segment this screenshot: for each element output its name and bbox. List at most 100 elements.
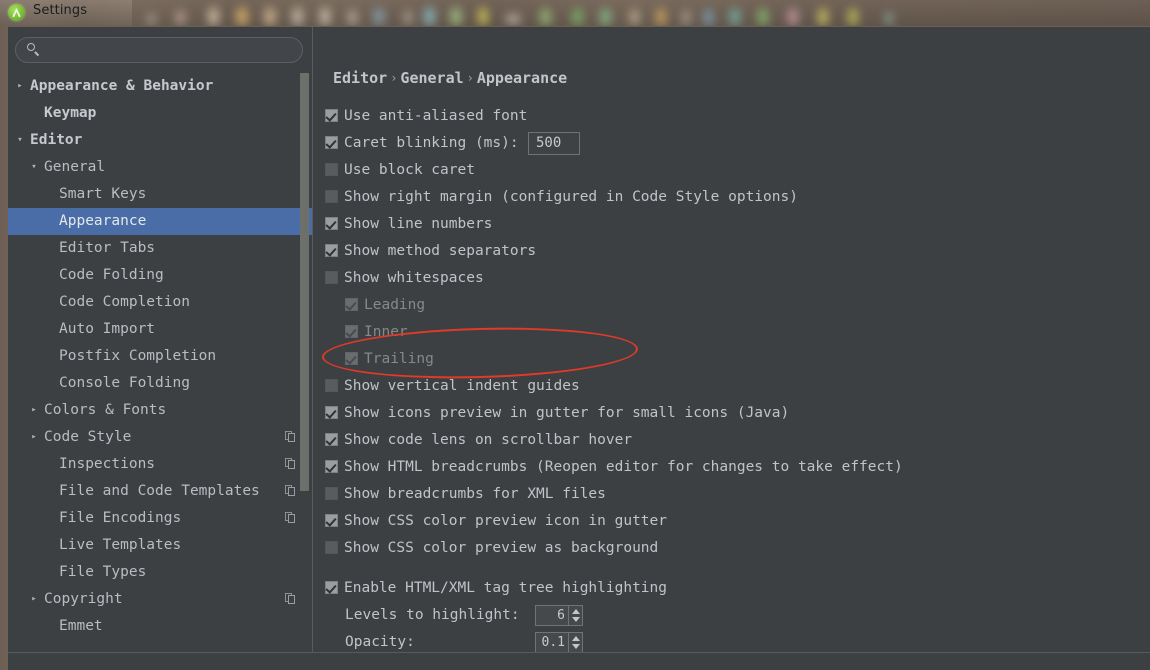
spinner-down-icon[interactable] — [572, 617, 580, 622]
checkbox-use-anti-aliased-font[interactable] — [325, 109, 338, 122]
sidebar-item-editor[interactable]: ▾ Editor — [8, 127, 312, 154]
taskbar-blob — [404, 10, 412, 25]
opacity-spinner[interactable]: 0.1 — [535, 632, 583, 653]
option-row-show-css-color-preview-icon-in-gutter[interactable]: Show CSS color preview icon in gutter — [313, 508, 1150, 535]
sidebar-item-code-folding[interactable]: Code Folding — [8, 262, 312, 289]
option-row-show-vertical-indent-guides[interactable]: Show vertical indent guides — [313, 373, 1150, 400]
copy-settings-icon[interactable] — [285, 431, 296, 443]
chevron-right-icon[interactable]: ▸ — [14, 73, 26, 100]
copy-settings-icon[interactable] — [285, 485, 296, 497]
spinner-value[interactable]: 0.1 — [536, 633, 569, 652]
option-row-use-anti-aliased-font[interactable]: Use anti-aliased font — [313, 103, 1150, 130]
caret-blinking-field[interactable]: 500 — [528, 132, 580, 155]
option-row-show-method-separators[interactable]: Show method separators — [313, 238, 1150, 265]
sidebar-item-keymap[interactable]: Keymap — [8, 100, 312, 127]
option-row-enable-html-xml-tag-tree-highlighting[interactable]: Enable HTML/XML tag tree highlighting — [313, 575, 1150, 602]
sidebar-item-label: Code Style — [44, 429, 132, 445]
option-row-show-breadcrumbs-for-xml-files[interactable]: Show breadcrumbs for XML files — [313, 481, 1150, 508]
sidebar-item-postfix-completion[interactable]: Postfix Completion — [8, 343, 312, 370]
chevron-right-icon[interactable]: ▸ — [28, 397, 40, 424]
checkbox-show-html-breadcrumbs-reopen-editor-for-changes-to-take-effect[interactable] — [325, 460, 338, 473]
sidebar-item-colors-fonts[interactable]: ▸ Colors & Fonts — [8, 397, 312, 424]
option-row-levels-to-highlight: Levels to highlight: 6 — [313, 602, 1150, 629]
spinner-up-icon[interactable] — [572, 609, 580, 614]
spinner-buttons[interactable] — [568, 606, 582, 625]
levels-to-highlight-spinner[interactable]: 6 — [535, 605, 583, 626]
spinner-up-icon[interactable] — [572, 636, 580, 641]
sidebar-item-copyright[interactable]: ▸ Copyright — [8, 586, 312, 613]
settings-tree[interactable]: ▸ Appearance & Behavior Keymap ▾ Editor ▾ Gene… — [8, 73, 312, 652]
sidebar-scrollbar-track[interactable] — [298, 27, 311, 652]
taskbar-blob — [478, 7, 488, 26]
checkbox-show-css-color-preview-icon-in-gutter[interactable] — [325, 514, 338, 527]
chevron-right-icon[interactable]: ▸ — [28, 586, 40, 613]
screen: Settings ▸ Appearance & Behavior Keymap ▾ Ed… — [0, 0, 1150, 670]
option-row-show-html-breadcrumbs-reopen-editor-for-changes-to-take-effect[interactable]: Show HTML breadcrumbs (Reopen editor for… — [313, 454, 1150, 481]
sidebar-item-label: Editor — [30, 132, 83, 148]
sidebar-item-file-encodings[interactable]: File Encodings — [8, 505, 312, 532]
checkbox-enable-html-xml-tag-tree-highlighting[interactable] — [325, 581, 338, 594]
checkbox-show-vertical-indent-guides[interactable] — [325, 379, 338, 392]
sidebar-item-console-folding[interactable]: Console Folding — [8, 370, 312, 397]
option-row-inner[interactable]: Inner — [313, 319, 1150, 346]
checkbox-show-breadcrumbs-for-xml-files[interactable] — [325, 487, 338, 500]
taskbar-blob — [682, 10, 690, 25]
breadcrumb-part[interactable]: Editor — [333, 69, 387, 87]
taskbar-blob — [886, 12, 892, 25]
checkbox-show-css-color-preview-as-background[interactable] — [325, 541, 338, 554]
option-row-show-code-lens-on-scrollbar-hover[interactable]: Show code lens on scrollbar hover — [313, 427, 1150, 454]
breadcrumb-part[interactable]: General — [400, 69, 463, 87]
chevron-down-icon[interactable]: ▾ — [28, 154, 40, 181]
checkbox-show-line-numbers[interactable] — [325, 217, 338, 230]
sidebar-item-label: Keymap — [44, 105, 97, 121]
option-row-show-whitespaces[interactable]: Show whitespaces — [313, 265, 1150, 292]
spinner-buttons[interactable] — [568, 633, 582, 652]
chevron-down-icon[interactable]: ▾ — [14, 127, 26, 154]
options-spacer — [313, 562, 1150, 575]
search-field-wrapper[interactable] — [15, 37, 303, 63]
checkbox-label: Caret blinking (ms): — [344, 135, 519, 151]
option-row-leading[interactable]: Leading — [313, 292, 1150, 319]
options-list: Use anti-aliased font Caret blinking (ms)… — [313, 103, 1150, 656]
option-row-trailing[interactable]: Trailing — [313, 346, 1150, 373]
sidebar-item-live-templates[interactable]: Live Templates — [8, 532, 312, 559]
checkbox-leading — [345, 298, 358, 311]
option-row-show-line-numbers[interactable]: Show line numbers — [313, 211, 1150, 238]
spinner-down-icon[interactable] — [572, 644, 580, 649]
checkbox-caret-blinking-ms[interactable] — [325, 136, 338, 149]
sidebar-item-emmet[interactable]: Emmet — [8, 613, 312, 640]
sidebar-scrollbar-thumb[interactable] — [300, 73, 309, 491]
chevron-right-icon[interactable]: ▸ — [28, 424, 40, 451]
checkbox-show-method-separators[interactable] — [325, 244, 338, 257]
option-row-caret-blinking-ms[interactable]: Caret blinking (ms): 500 — [313, 130, 1150, 157]
sidebar-item-inspections[interactable]: Inspections — [8, 451, 312, 478]
sidebar-item-file-and-code-templates[interactable]: File and Code Templates — [8, 478, 312, 505]
checkbox-show-right-margin-configured-in-code-style-options[interactable] — [325, 190, 338, 203]
search-input[interactable] — [45, 41, 299, 61]
spinner-value[interactable]: 6 — [536, 606, 569, 625]
sidebar-item-file-types[interactable]: File Types — [8, 559, 312, 586]
sidebar-item-general[interactable]: ▾ General — [8, 154, 312, 181]
checkbox-use-block-caret[interactable] — [325, 163, 338, 176]
option-row-show-css-color-preview-as-background[interactable]: Show CSS color preview as background — [313, 535, 1150, 562]
checkbox-inner — [345, 325, 358, 338]
option-row-use-block-caret[interactable]: Use block caret — [313, 157, 1150, 184]
sidebar-item-code-completion[interactable]: Code Completion — [8, 289, 312, 316]
sidebar-item-label: File Types — [59, 564, 147, 580]
sidebar-item-smart-keys[interactable]: Smart Keys — [8, 181, 312, 208]
checkbox-show-whitespaces[interactable] — [325, 271, 338, 284]
copy-settings-icon[interactable] — [285, 512, 296, 524]
option-row-show-icons-preview-in-gutter-for-small-icons-java[interactable]: Show icons preview in gutter for small i… — [313, 400, 1150, 427]
copy-settings-icon[interactable] — [285, 593, 296, 605]
checkbox-show-code-lens-on-scrollbar-hover[interactable] — [325, 433, 338, 446]
sidebar-item-editor-tabs[interactable]: Editor Tabs — [8, 235, 312, 262]
sidebar-item-appearance-behavior[interactable]: ▸ Appearance & Behavior — [8, 73, 312, 100]
copy-settings-icon[interactable] — [285, 458, 296, 470]
checkbox-show-icons-preview-in-gutter-for-small-icons-java[interactable] — [325, 406, 338, 419]
sidebar-item-appearance[interactable]: Appearance — [8, 208, 312, 235]
sidebar-item-auto-import[interactable]: Auto Import — [8, 316, 312, 343]
taskbar-blob — [630, 9, 639, 25]
sidebar-item-code-style[interactable]: ▸ Code Style — [8, 424, 312, 451]
breadcrumb-part[interactable]: Appearance — [477, 69, 567, 87]
option-row-show-right-margin-configured-in-code-style-options[interactable]: Show right margin (configured in Code St… — [313, 184, 1150, 211]
